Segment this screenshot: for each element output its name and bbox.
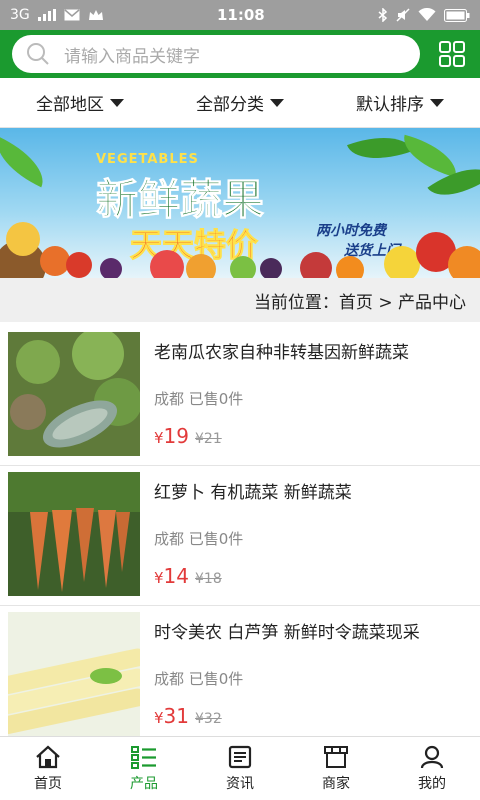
product-old-price: ¥32 <box>195 711 222 727</box>
grid-icon <box>439 41 465 67</box>
banner-title: 新鲜蔬果 <box>95 175 265 225</box>
filter-bar: 全部地区 全部分类 默认排序 <box>0 78 480 128</box>
product-image-asparagus <box>8 612 140 736</box>
tab-mine[interactable]: 我的 <box>384 737 480 800</box>
fruit-decoration <box>336 256 364 278</box>
tab-products-label: 产品 <box>130 775 158 792</box>
header: 请输入商品关键字 <box>0 30 480 78</box>
fruit-decoration <box>150 250 184 278</box>
fruit-decoration <box>100 258 122 278</box>
product-title: 红萝卜 有机蔬菜 新鲜蔬菜 <box>154 483 352 503</box>
leaf-decoration <box>347 128 413 172</box>
fruit-decoration <box>66 252 92 278</box>
bottom-tab-bar: 首页 产品 资讯 商家 我的 <box>0 736 480 800</box>
filter-category[interactable]: 全部分类 <box>160 90 320 115</box>
leaf-decoration <box>397 134 463 178</box>
product-meta: 成都 已售0件 <box>154 670 244 688</box>
product-meta: 成都 已售0件 <box>154 530 244 548</box>
leaf-decoration <box>0 136 54 188</box>
home-icon <box>36 745 60 768</box>
crown-icon <box>88 10 103 20</box>
product-list: 老南瓜农家自种非转基因新鲜蔬菜 成都 已售0件 ¥19 ¥21 红萝卜 有机蔬菜… <box>0 326 480 746</box>
product-title: 老南瓜农家自种非转基因新鲜蔬菜 <box>154 343 409 363</box>
fruit-decoration <box>260 258 282 278</box>
search-icon <box>27 43 49 65</box>
product-image-pumpkin <box>8 332 140 456</box>
filter-sort[interactable]: 默认排序 <box>320 90 480 115</box>
filter-region[interactable]: 全部地区 <box>0 90 160 115</box>
battery-icon <box>443 8 470 22</box>
status-bar: 3G 11:08 <box>0 0 480 30</box>
network-type: 3G <box>10 7 30 23</box>
product-price: ¥14 <box>154 564 189 588</box>
fruit-decoration <box>300 252 332 278</box>
tab-products[interactable]: 产品 <box>96 737 192 800</box>
product-title: 时令美农 白芦笋 新鲜时令蔬菜现采 <box>154 623 420 643</box>
signal-icon <box>37 9 56 21</box>
status-time: 11:08 <box>217 6 265 24</box>
tab-shop[interactable]: 商家 <box>288 737 384 800</box>
news-icon <box>228 745 252 768</box>
filter-category-label: 全部分类 <box>196 95 264 115</box>
grid-menu-button[interactable] <box>432 34 472 74</box>
bluetooth-icon <box>378 8 388 22</box>
promo-banner[interactable]: VEGETABLES 新鲜蔬果 天天特价 两小时免费 送货上门 <box>0 128 480 278</box>
mute-icon <box>396 8 410 22</box>
tab-news-label: 资讯 <box>226 775 254 792</box>
fruit-decoration <box>230 256 256 278</box>
mail-icon <box>64 9 80 21</box>
tab-shop-label: 商家 <box>322 775 350 792</box>
dropdown-arrow-icon <box>270 98 284 107</box>
filter-sort-label: 默认排序 <box>356 95 424 115</box>
product-price: ¥19 <box>154 424 189 448</box>
product-price: ¥31 <box>154 704 189 728</box>
search-placeholder: 请输入商品关键字 <box>64 46 200 67</box>
filter-region-label: 全部地区 <box>36 95 104 115</box>
product-old-price: ¥21 <box>195 431 222 447</box>
dropdown-arrow-icon <box>430 98 444 107</box>
wifi-icon <box>418 8 436 21</box>
breadcrumb: 当前位置：首页 > 产品中心 <box>0 278 480 322</box>
fruit-decoration <box>384 246 420 278</box>
tab-mine-label: 我的 <box>418 775 446 792</box>
tab-home[interactable]: 首页 <box>0 737 96 800</box>
dropdown-arrow-icon <box>110 98 124 107</box>
product-old-price: ¥18 <box>195 571 222 587</box>
fruit-decoration <box>186 254 216 278</box>
product-item[interactable]: 老南瓜农家自种非转基因新鲜蔬菜 成都 已售0件 ¥19 ¥21 <box>0 326 480 466</box>
product-item[interactable]: 红萝卜 有机蔬菜 新鲜蔬菜 成都 已售0件 ¥14 ¥18 <box>0 466 480 606</box>
banner-tagline-1: 两小时免费 <box>316 223 386 239</box>
banner-english-title: VEGETABLES <box>96 152 199 167</box>
search-input[interactable]: 请输入商品关键字 <box>12 35 420 73</box>
list-icon <box>131 745 156 769</box>
user-icon <box>420 745 444 768</box>
product-meta: 成都 已售0件 <box>154 390 244 408</box>
fruit-decoration <box>6 222 40 256</box>
tab-news[interactable]: 资讯 <box>192 737 288 800</box>
shop-icon <box>324 745 348 768</box>
tab-home-label: 首页 <box>34 775 62 792</box>
fruit-decoration <box>448 246 480 278</box>
product-image-carrot <box>8 472 140 596</box>
product-item[interactable]: 时令美农 白芦笋 新鲜时令蔬菜现采 成都 已售0件 ¥31 ¥32 <box>0 606 480 746</box>
